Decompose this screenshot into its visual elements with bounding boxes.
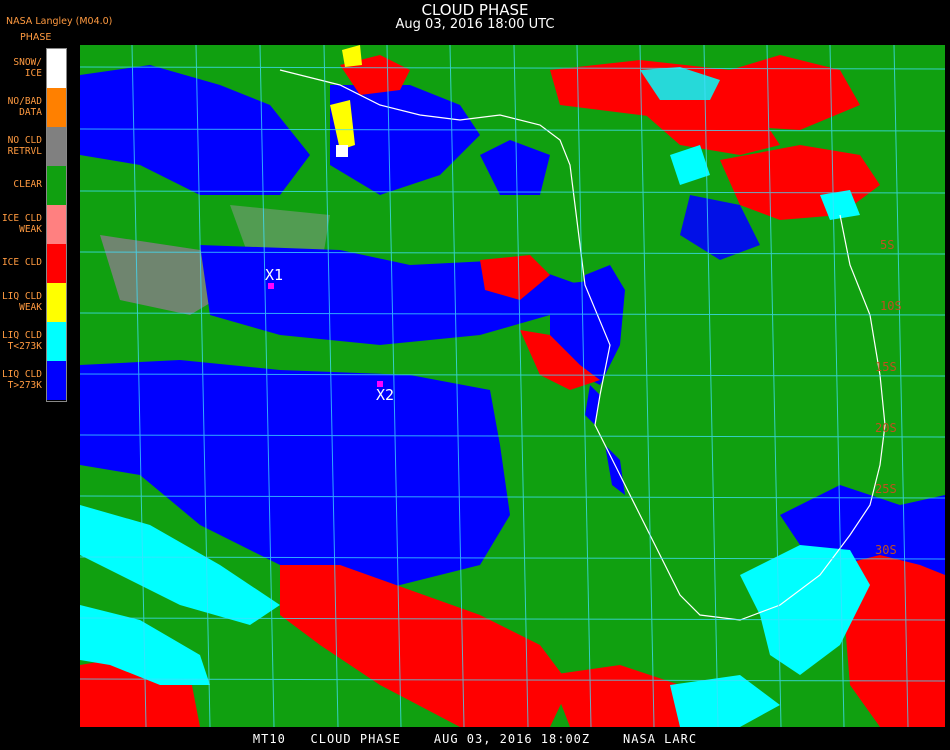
legend-item-label: NO/BAD DATA	[7, 95, 42, 118]
latitude-label: 5S	[880, 238, 894, 252]
latitude-label: 25S	[875, 482, 897, 496]
marker-label: X1	[265, 266, 283, 284]
latitude-label: 20S	[875, 421, 897, 435]
latitude-label: 15S	[875, 360, 897, 374]
legend-item-label: CLEAR	[13, 179, 42, 190]
legend-item-label: LIQ CLD WEAK	[1, 290, 42, 313]
latitude-label: 30S	[875, 543, 897, 557]
latitude-label: 10S	[880, 299, 902, 313]
legend-title: PHASE	[20, 32, 52, 43]
page-subtitle: Aug 03, 2016 18:00 UTC	[395, 17, 555, 32]
map-canvas: 5S 10S 15S 20S 25S 30S X1 X2	[80, 45, 945, 727]
legend-item-label: SNOW/ ICE	[13, 56, 42, 79]
org-label: NASA Langley (M04.0)	[6, 16, 113, 27]
legend-item-label: LIQ CLD T<273K	[1, 329, 42, 352]
legend-swatch	[47, 166, 66, 205]
marker-label: X2	[376, 386, 394, 404]
legend-item-label: ICE CLD WEAK	[1, 212, 42, 235]
snow-ice-patch	[336, 145, 348, 157]
legend-swatch	[47, 205, 66, 244]
legend-item-label: NO CLD RETRVL	[7, 134, 42, 157]
legend-item-label: LIQ CLD T>273K	[1, 368, 42, 391]
legend-swatch	[47, 322, 66, 361]
legend-swatch	[47, 49, 66, 88]
legend-colorbar	[46, 48, 67, 402]
cloud-phase-map: 5S 10S 15S 20S 25S 30S X1 X2	[80, 45, 945, 727]
legend-swatch	[47, 127, 66, 166]
legend-swatch	[47, 361, 66, 400]
legend-swatch	[47, 88, 66, 127]
legend-swatch	[47, 244, 66, 283]
legend-item-label: ICE CLD	[1, 257, 42, 268]
footer-caption: MT10 CLOUD PHASE AUG 03, 2016 18:00Z NAS…	[252, 732, 698, 746]
legend-swatch	[47, 283, 66, 322]
